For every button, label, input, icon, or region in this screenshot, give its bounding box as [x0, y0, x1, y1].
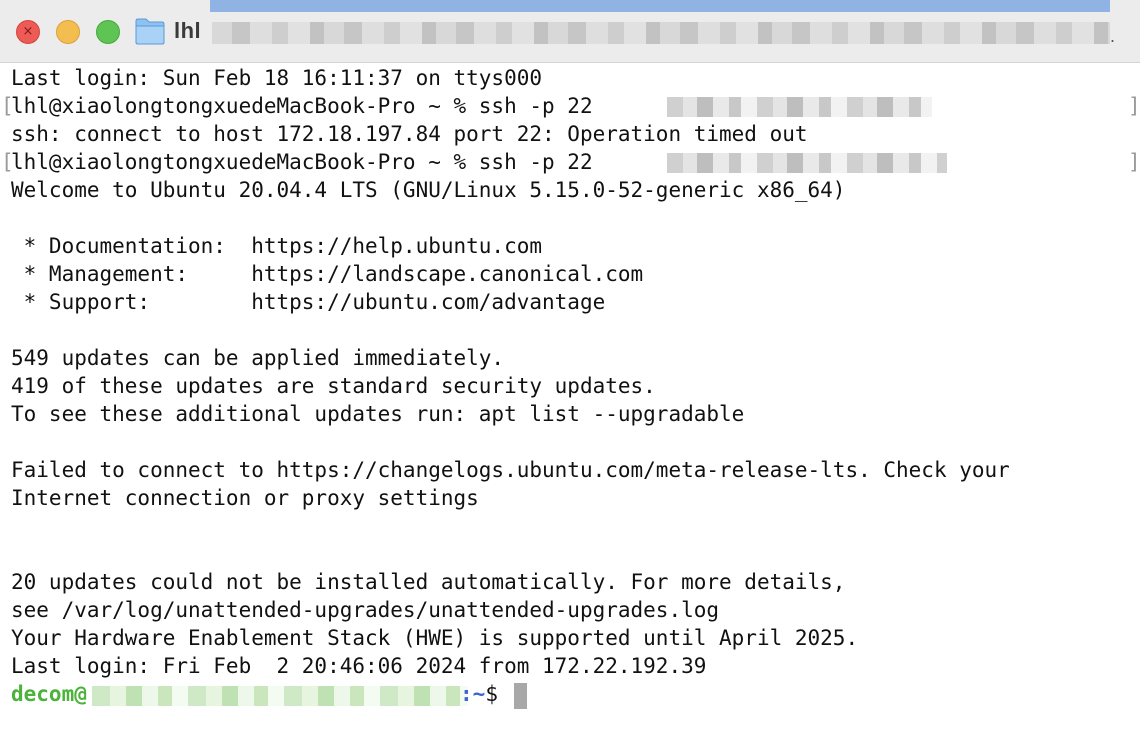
terminal-output[interactable]: Last login: Sun Feb 18 16:11:37 on ttys0…: [0, 64, 1140, 746]
terminal-line: 419 of these updates are standard securi…: [11, 374, 656, 398]
window-title: lhl: [174, 18, 202, 43]
terminal-line: Last login: Fri Feb 2 20:46:06 2024 from…: [11, 654, 707, 678]
line-marker-close: ]: [1128, 94, 1140, 118]
title-bar[interactable]: × lhl .: [0, 0, 1140, 63]
prompt-user: decom@: [11, 682, 87, 706]
redacted-host: [667, 97, 932, 117]
title-trailing-dot: .: [1110, 26, 1116, 46]
folder-icon: [135, 18, 165, 45]
terminal-line: ssh: connect to host 172.18.197.84 port …: [11, 122, 808, 146]
terminal-line: 20 updates could not be installed automa…: [11, 570, 846, 594]
terminal-line: see /var/log/unattended-upgrades/unatten…: [11, 598, 720, 622]
title-bar-highlight: [210, 0, 1110, 12]
terminal-line: * Documentation: https://help.ubuntu.com: [11, 234, 543, 258]
terminal-line: lhl@xiaolongtongxuedeMacBook-Pro ~ % ssh…: [11, 150, 606, 174]
terminal-line: Internet connection or proxy settings: [11, 486, 479, 510]
redacted-title: [212, 22, 1110, 44]
terminal-window: × lhl . Last login: Sun Feb 18 16:11:37 …: [0, 0, 1140, 746]
redacted-hostname: [92, 686, 468, 706]
terminal-line: lhl@xiaolongtongxuedeMacBook-Pro ~ % ssh…: [11, 94, 606, 118]
minimize-button[interactable]: [56, 20, 80, 44]
prompt-symbol: $: [485, 682, 498, 706]
prompt-separator: :: [460, 682, 473, 706]
prompt-path: ~: [472, 682, 486, 706]
terminal-line: 549 updates can be applied immediately.: [11, 346, 505, 370]
redacted-host: [667, 153, 947, 173]
terminal-line: Welcome to Ubuntu 20.04.4 LTS (GNU/Linux…: [11, 178, 846, 202]
shell-prompt: decom@: [11, 680, 87, 708]
terminal-line: * Support: https://ubuntu.com/advantage: [11, 290, 606, 314]
text-cursor[interactable]: [514, 683, 527, 709]
terminal-line: Your Hardware Enablement Stack (HWE) is …: [11, 626, 859, 650]
terminal-line: To see these additional updates run: apt…: [11, 402, 745, 426]
prompt-tail: :~$: [460, 680, 498, 708]
close-icon: ×: [22, 24, 34, 39]
terminal-line: * Management: https://landscape.canonica…: [11, 262, 644, 286]
terminal-line: Failed to connect to https://changelogs.…: [11, 458, 1010, 482]
terminal-line: Last login: Sun Feb 18 16:11:37 on ttys0…: [11, 66, 543, 90]
line-marker-close: ]: [1128, 150, 1140, 174]
zoom-button[interactable]: [96, 20, 120, 44]
close-button[interactable]: ×: [16, 20, 40, 44]
